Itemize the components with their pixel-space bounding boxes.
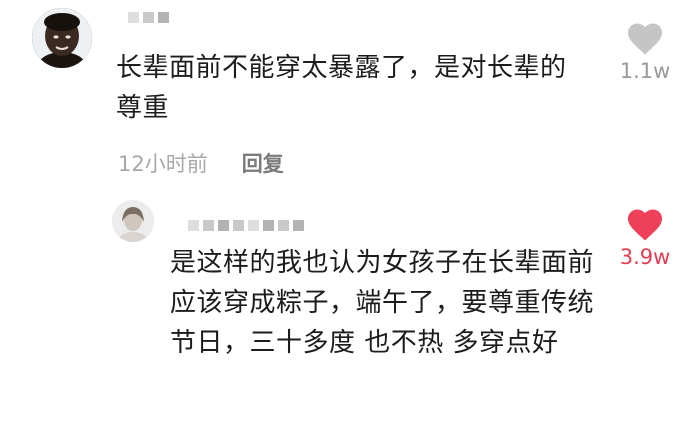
comment-meta: 12小时前 回复 [118, 148, 284, 178]
like-count-main: 1.1w [619, 59, 671, 83]
masked-reply-username [188, 220, 304, 231]
like-button-reply[interactable]: 3.9w [610, 208, 680, 269]
reply-button[interactable]: 回复 [242, 148, 284, 178]
comment-text: 长辈面前不能穿太暴露了，是对长辈的尊重 [116, 53, 567, 123]
commenter-avatar[interactable] [32, 8, 92, 68]
like-button-main[interactable]: 1.1w [610, 22, 680, 83]
heart-icon [628, 209, 662, 241]
heart-icon [628, 23, 662, 55]
comment-thread: 长辈面前不能穿太暴露了，是对长辈的尊重 12小时前 回复 1.1w 是这样的我也… [0, 0, 690, 424]
like-count-reply: 3.9w [619, 245, 671, 269]
reply-text: 是这样的我也认为女孩子在长辈面前应该穿成粽子，端午了，要尊重传统节日，三十多度 … [170, 248, 595, 358]
comment-time: 12小时前 [118, 152, 208, 176]
reply-avatar[interactable] [112, 200, 154, 242]
masked-username [128, 12, 169, 23]
